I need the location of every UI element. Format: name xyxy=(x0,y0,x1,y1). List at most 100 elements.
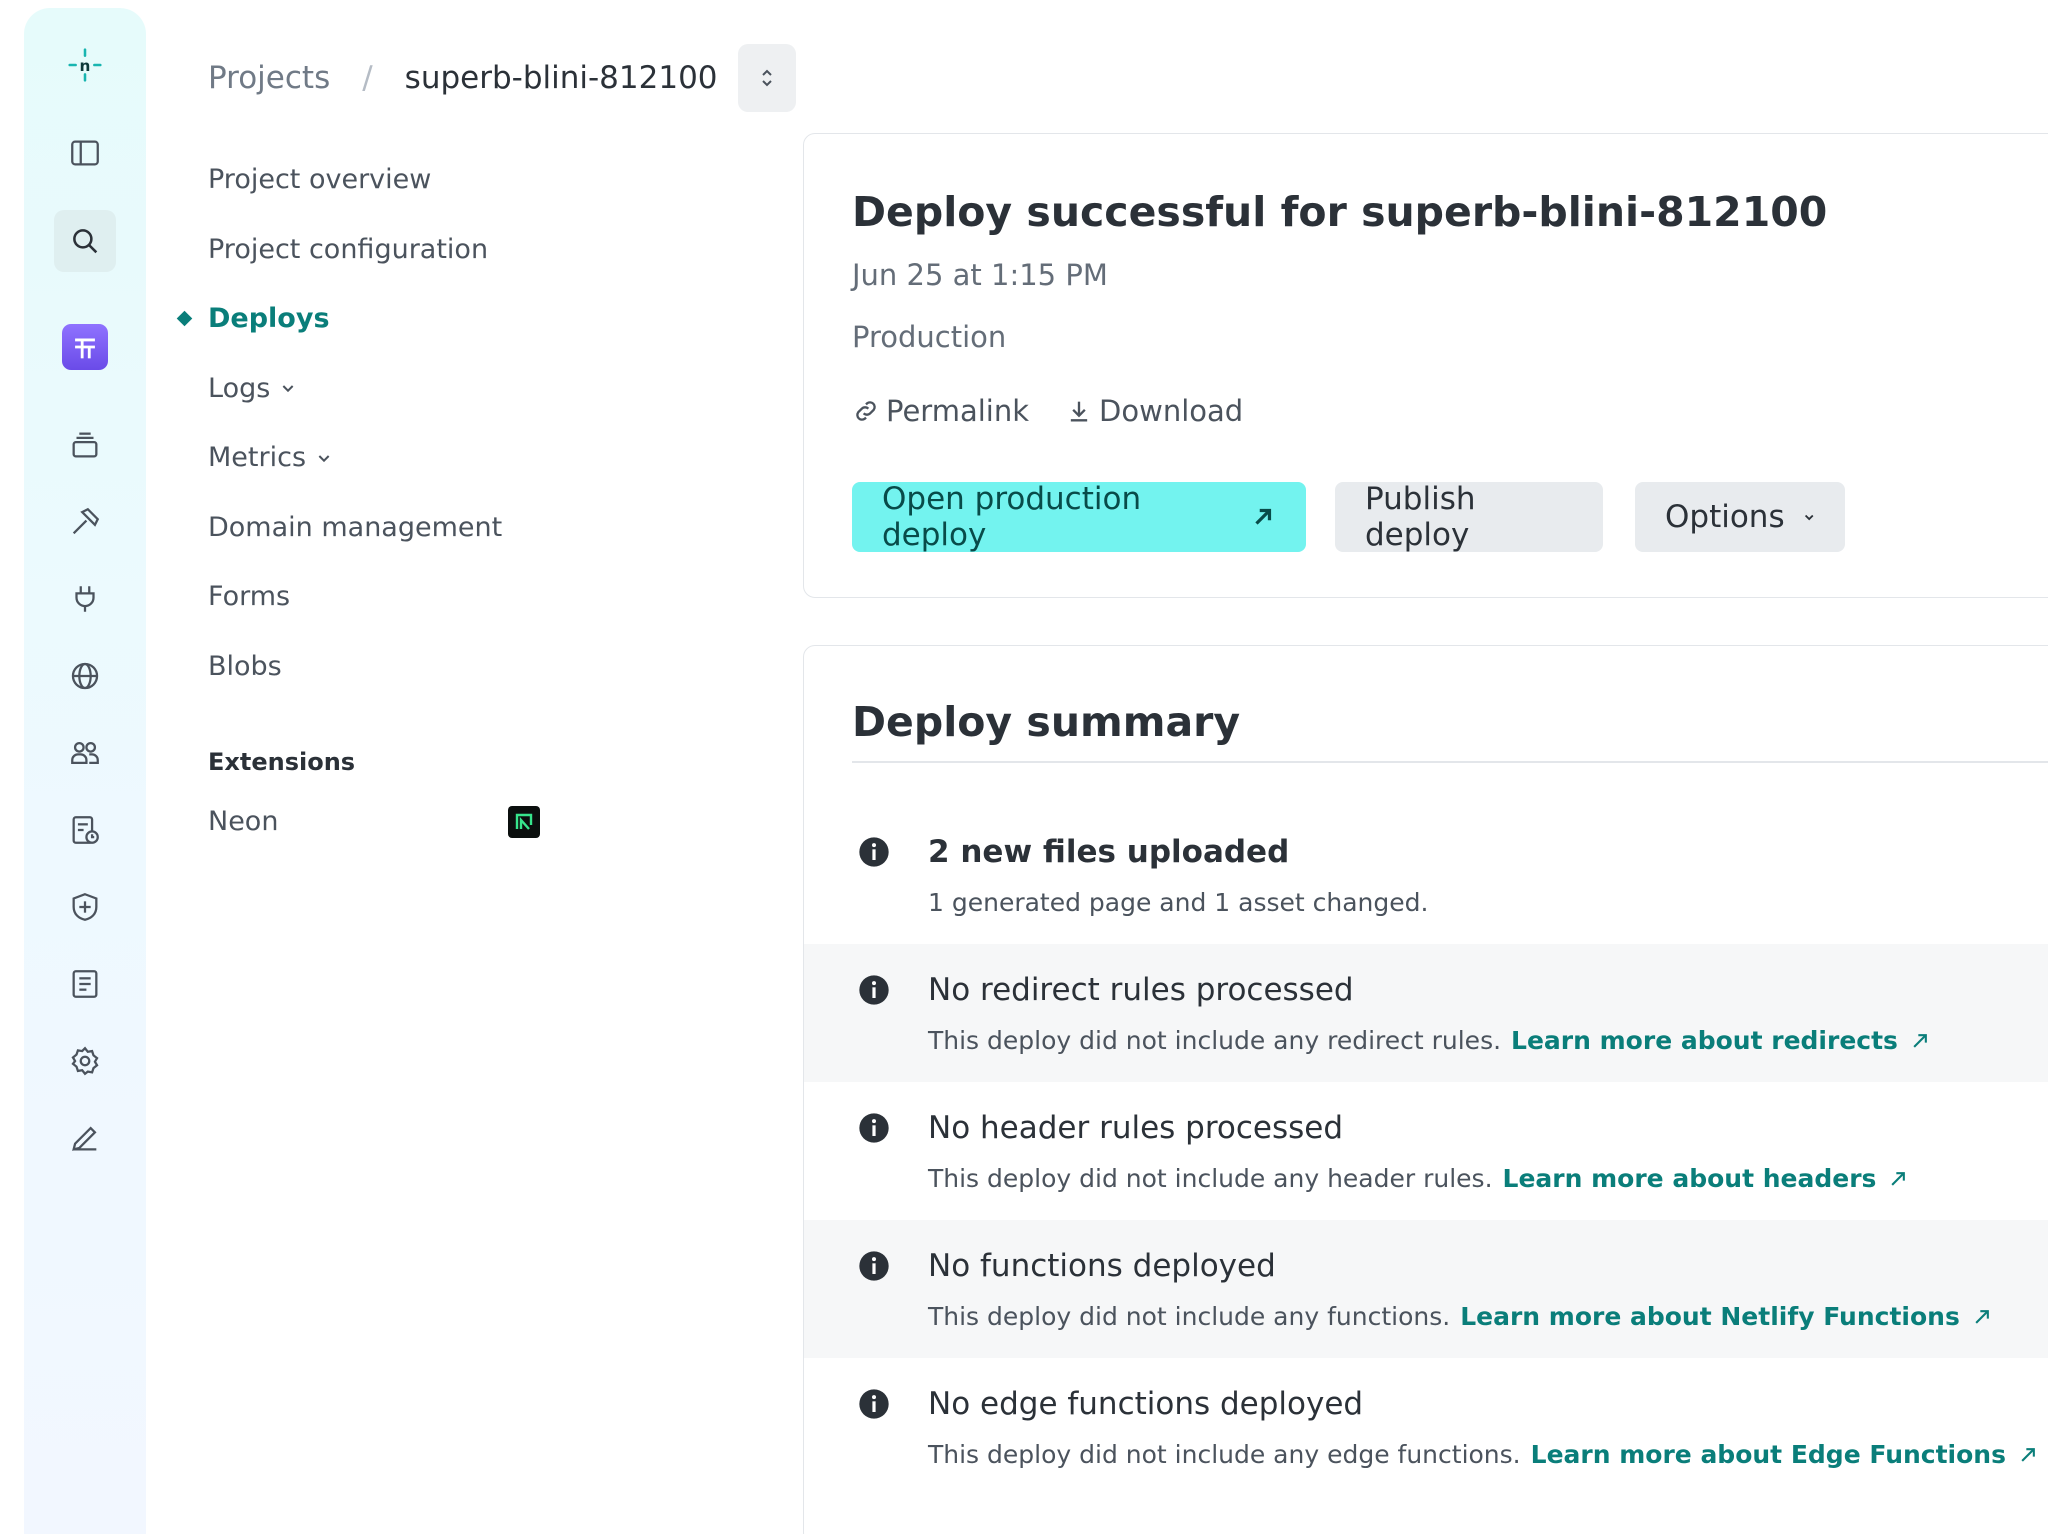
shield-icon[interactable] xyxy=(54,876,116,938)
info-icon xyxy=(859,1251,889,1281)
external-arrow-icon xyxy=(2021,1447,2035,1462)
external-arrow-icon xyxy=(1255,508,1272,525)
summary-row-description: This deploy did not include any edge fun… xyxy=(928,1440,2038,1469)
nav-item-project-configuration[interactable]: Project configuration xyxy=(208,215,588,285)
deploy-links: Permalink Download xyxy=(852,394,1279,428)
deploy-timestamp: Jun 25 at 1:15 PM xyxy=(852,258,1108,292)
info-icon xyxy=(859,837,889,867)
globe-icon[interactable] xyxy=(54,645,116,707)
plug-icon[interactable] xyxy=(54,568,116,630)
external-arrow-icon xyxy=(1913,1033,1927,1048)
external-arrow-icon xyxy=(1891,1171,1906,1186)
svg-text:n: n xyxy=(80,57,91,75)
permalink-link[interactable]: Permalink xyxy=(852,394,1029,428)
link-label: Learn more about Netlify Functions xyxy=(1460,1302,1960,1331)
link-label: Learn more about headers xyxy=(1502,1164,1877,1193)
download-icon xyxy=(1070,401,1088,422)
nav-label: Project configuration xyxy=(208,233,489,265)
deploy-status-card: Deploy successful for superb-blini-81210… xyxy=(803,133,2048,598)
link-label: Learn more about redirects xyxy=(1511,1026,1898,1055)
nav-item-deploys[interactable]: Deploys xyxy=(176,284,588,354)
open-production-deploy-label: Open production deploy xyxy=(882,481,1142,553)
nav-label: Metrics xyxy=(208,442,307,474)
active-indicator-icon xyxy=(176,310,193,327)
team-icon[interactable] xyxy=(54,722,116,784)
nav-label: Forms xyxy=(208,581,291,613)
summary-row-desc-text: This deploy did not include any redirect… xyxy=(928,1026,1502,1055)
learn-more-functions-link[interactable]: Learn more about Netlify Functions xyxy=(1460,1302,1992,1331)
options-dropdown-button[interactable]: Options xyxy=(1635,482,1845,552)
info-icon xyxy=(859,1389,889,1419)
nav-item-forms[interactable]: Forms xyxy=(208,562,588,632)
edit-pen-icon[interactable] xyxy=(54,1107,116,1169)
summary-row-desc-text: This deploy did not include any edge fun… xyxy=(928,1440,1521,1469)
nav-item-logs[interactable]: Logs xyxy=(208,354,588,424)
summary-row-desc-text: This deploy did not include any header r… xyxy=(928,1164,1493,1193)
breadcrumb: Projects / superb-blini-812100 xyxy=(208,44,796,112)
open-production-deploy-button[interactable]: Open production deploy xyxy=(852,481,1306,553)
download-link[interactable]: Download xyxy=(1065,394,1243,428)
neon-logo-icon xyxy=(508,805,540,838)
summary-row-desc-text: 1 generated page and 1 asset changed. xyxy=(928,888,1429,917)
nav-label: Domain management xyxy=(208,511,503,543)
project-nav: Project overview Project configuration D… xyxy=(176,145,588,857)
external-arrow-icon xyxy=(1975,1309,1989,1324)
summary-row-redirects: No redirect rules processed This deploy … xyxy=(804,944,2048,1082)
summary-row-title: No redirect rules processed xyxy=(928,972,1354,1008)
nav-item-blobs[interactable]: Blobs xyxy=(208,632,588,702)
summary-row-description: 1 generated page and 1 asset changed. xyxy=(928,888,1428,917)
docs-icon[interactable] xyxy=(54,953,116,1015)
chevron-down-icon xyxy=(282,385,294,393)
summary-row-description: This deploy did not include any header r… xyxy=(928,1164,1908,1193)
deploy-summary-heading: Deploy summary xyxy=(852,698,1241,746)
nav-label: Project overview xyxy=(208,164,432,196)
summary-row-title: No header rules processed xyxy=(928,1110,1344,1146)
info-icon xyxy=(859,1113,889,1143)
chevron-down-icon xyxy=(1804,514,1814,521)
icon-rail: n xyxy=(24,8,146,1534)
summary-row-title: No functions deployed xyxy=(928,1248,1276,1284)
nav-label: Neon xyxy=(208,806,279,838)
chevron-up-down-icon xyxy=(761,69,772,87)
nav-item-metrics[interactable]: Metrics xyxy=(208,423,588,493)
extension-app-icon[interactable] xyxy=(54,316,116,378)
nav-item-neon[interactable]: Neon xyxy=(208,787,540,857)
link-icon xyxy=(856,401,876,421)
summary-row-title: No edge functions deployed xyxy=(928,1386,1364,1422)
summary-row-desc-text: This deploy did not include any function… xyxy=(928,1302,1451,1331)
summary-row-description: This deploy did not include any redirect… xyxy=(928,1026,1930,1055)
settings-gear-icon[interactable] xyxy=(54,1030,116,1092)
info-icon xyxy=(859,975,889,1005)
summary-row-title: 2 new files uploaded xyxy=(928,834,1290,870)
nav-item-domain-management[interactable]: Domain management xyxy=(208,493,588,563)
extensions-heading: Extensions xyxy=(208,748,356,776)
learn-more-headers-link[interactable]: Learn more about headers xyxy=(1503,1164,1909,1193)
project-switcher-button[interactable] xyxy=(737,44,796,112)
breadcrumb-projects-link[interactable]: Projects xyxy=(208,60,330,96)
learn-more-edge-functions-link[interactable]: Learn more about Edge Functions xyxy=(1531,1440,2038,1469)
nav-item-project-overview[interactable]: Project overview xyxy=(208,145,588,215)
sidebar-toggle-icon[interactable] xyxy=(54,122,116,184)
nav-label: Logs xyxy=(208,372,271,404)
publish-deploy-label: Publish deploy xyxy=(1365,481,1476,553)
search-icon[interactable] xyxy=(54,210,116,272)
usage-icon[interactable] xyxy=(54,799,116,861)
breadcrumb-current-project[interactable]: superb-blini-812100 xyxy=(405,60,718,96)
link-label: Learn more about Edge Functions xyxy=(1530,1440,2006,1469)
netlify-logo-icon[interactable]: n xyxy=(54,34,116,96)
nav-label: Blobs xyxy=(208,650,282,682)
summary-row-edge-functions: No edge functions deployed This deploy d… xyxy=(804,1358,2048,1496)
learn-more-redirects-link[interactable]: Learn more about redirects xyxy=(1511,1026,1930,1055)
layers-icon[interactable] xyxy=(54,414,116,476)
build-hammer-icon[interactable] xyxy=(54,491,116,553)
summary-row-functions: No functions deployed This deploy did no… xyxy=(804,1220,2048,1358)
divider xyxy=(852,761,2048,763)
publish-deploy-button[interactable]: Publish deploy xyxy=(1335,481,1603,553)
chevron-down-icon xyxy=(318,455,330,462)
breadcrumb-separator: / xyxy=(362,60,373,96)
deploy-summary-card: Deploy summary 2 new files uploaded 1 ge… xyxy=(803,645,2048,1534)
summary-row-headers: No header rules processed This deploy di… xyxy=(804,1082,2048,1220)
summary-row-description: This deploy did not include any function… xyxy=(928,1302,1992,1331)
deploy-title: Deploy successful for superb-blini-81210… xyxy=(852,188,1828,236)
options-label: Options xyxy=(1665,499,1785,535)
